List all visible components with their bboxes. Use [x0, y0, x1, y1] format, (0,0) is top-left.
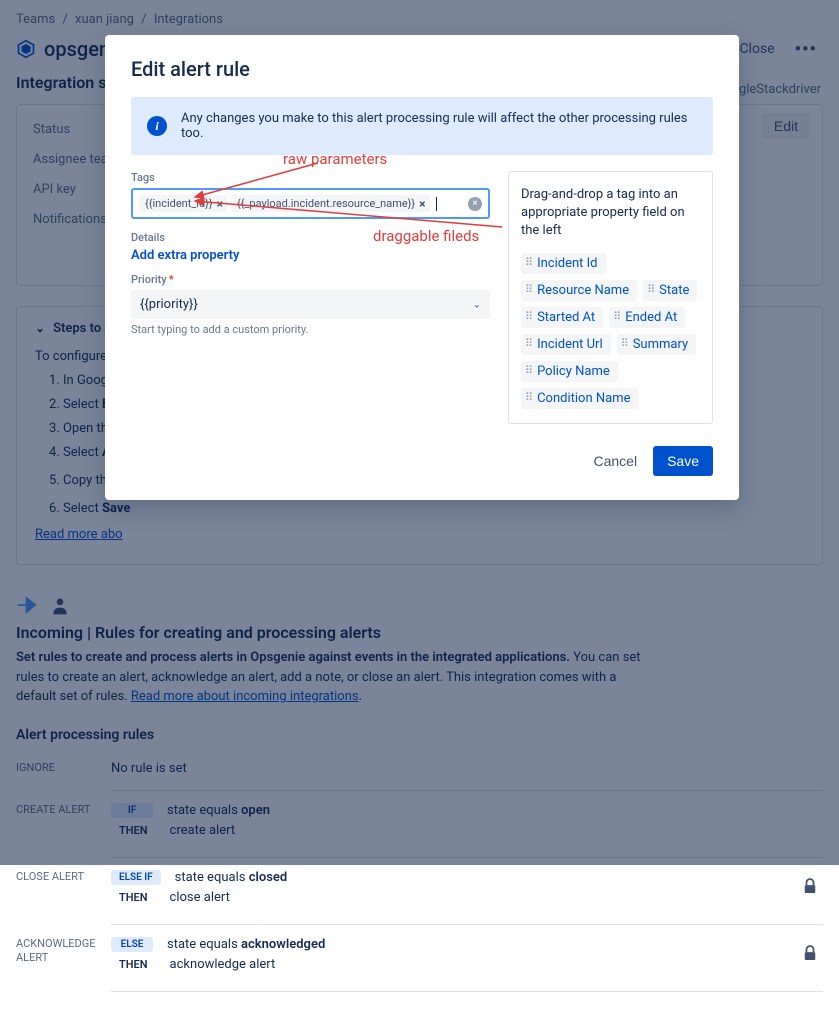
- rule-category-close: CLOSE ALERT: [16, 864, 111, 884]
- remove-tag-icon[interactable]: ×: [217, 198, 223, 210]
- grip-icon: ⠿: [647, 287, 655, 293]
- rule-category-ack: ACKNOWLEDGE ALERT: [16, 931, 111, 966]
- rule-row[interactable]: ELSE IF state equals closed THEN close a…: [111, 864, 823, 925]
- chevron-down-icon: ⌄: [473, 299, 481, 310]
- grip-icon: ⠿: [525, 395, 533, 401]
- info-icon: i: [147, 116, 167, 136]
- then-pill: THEN: [111, 956, 156, 973]
- edit-alert-rule-modal: Edit alert rule i Any changes you make t…: [105, 35, 739, 500]
- draggable-tag[interactable]: ⠿Ended At: [609, 307, 685, 328]
- grip-icon: ⠿: [613, 314, 621, 320]
- clear-all-icon[interactable]: ×: [468, 197, 482, 211]
- save-button[interactable]: Save: [653, 446, 713, 476]
- details-label: Details: [131, 231, 490, 244]
- lock-icon: [803, 945, 817, 961]
- elseif-pill: ELSE IF: [111, 870, 161, 885]
- tags-label: Tags: [131, 171, 490, 184]
- draggable-tag[interactable]: ⠿Started At: [521, 307, 603, 328]
- draggable-tag[interactable]: ⠿Incident Id: [521, 253, 606, 274]
- tag-chip[interactable]: {{_payload.incident.resource_name}} ×: [231, 195, 430, 212]
- remove-tag-icon[interactable]: ×: [419, 198, 425, 210]
- draggable-tag[interactable]: ⠿Resource Name: [521, 280, 637, 301]
- add-extra-property-link[interactable]: Add extra property: [131, 248, 490, 263]
- draggable-panel: Drag-and-drop a tag into an appropriate …: [508, 171, 713, 424]
- tag-chip[interactable]: {{incident_id}} ×: [139, 195, 227, 212]
- grip-icon: ⠿: [525, 368, 533, 374]
- draggable-tag[interactable]: ⠿State: [643, 280, 697, 301]
- then-pill: THEN: [111, 889, 156, 906]
- tags-input[interactable]: {{incident_id}} × {{_payload.incident.re…: [131, 188, 490, 219]
- grip-icon: ⠿: [525, 260, 533, 266]
- modal-title: Edit alert rule: [131, 57, 713, 81]
- grip-icon: ⠿: [525, 314, 533, 320]
- else-pill: ELSE: [111, 937, 153, 952]
- priority-label: Priority*: [131, 273, 490, 286]
- grip-icon: ⠿: [621, 341, 629, 347]
- priority-hint: Start typing to add a custom priority.: [131, 323, 490, 336]
- lock-icon: [803, 878, 817, 894]
- draggable-tag[interactable]: ⠿Summary: [617, 334, 697, 355]
- rule-row[interactable]: ELSE state equals acknowledged THEN ackn…: [111, 931, 823, 992]
- info-banner: i Any changes you make to this alert pro…: [131, 97, 713, 155]
- cancel-button[interactable]: Cancel: [581, 446, 649, 476]
- draggable-tag[interactable]: ⠿Policy Name: [521, 361, 618, 382]
- priority-select[interactable]: {{priority}} ⌄: [131, 290, 490, 319]
- text-caret: [436, 197, 437, 211]
- grip-icon: ⠿: [525, 287, 533, 293]
- grip-icon: ⠿: [525, 341, 533, 347]
- draggable-hint: Drag-and-drop a tag into an appropriate …: [521, 186, 700, 241]
- draggable-tag[interactable]: ⠿Incident Url: [521, 334, 611, 355]
- draggable-tag[interactable]: ⠿Condition Name: [521, 388, 638, 409]
